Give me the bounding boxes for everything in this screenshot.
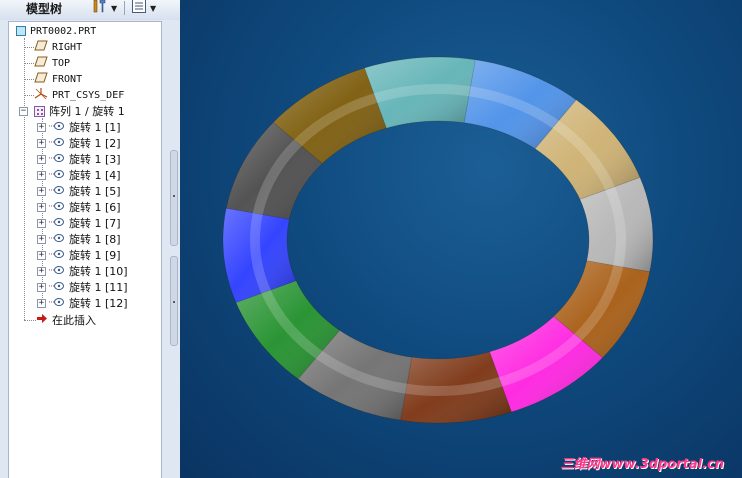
tree-item-label: 旋转 1 [2] [69,137,121,150]
datum-plane-icon [34,56,48,70]
tree-item-label: 在此插入 [52,314,96,327]
list-icon [131,0,147,18]
expand-toggle-icon[interactable]: + [37,298,46,308]
tree-item-label: TOP [52,57,71,69]
revolve-feature-icon [49,217,65,230]
torus-highlight [250,84,626,396]
tree-item-label: FRONT [52,73,83,85]
panel-sash-handle[interactable] [170,150,178,246]
revolve-feature-icon [49,281,65,294]
tree-item-insert-here[interactable]: 在此插入 [37,312,96,328]
tree-item-top[interactable]: TOP [34,55,70,71]
revolve-feature-icon [49,121,65,134]
revolve-feature-icon [49,185,65,198]
chevron-down-icon: ▼ [111,3,118,13]
tree-connector [24,79,34,80]
tree-item-label: 旋转 1 [11] [69,281,128,294]
tree-settings-button[interactable]: ▼ [92,0,117,16]
tree-item-label: 旋转 1 [4] [69,169,121,182]
graphics-viewport[interactable]: 三维网www.3dportal.cn [180,0,742,478]
tree-item-revolve[interactable]: + 旋转 1 [9] [37,247,121,263]
pattern-icon [34,105,45,117]
expand-toggle-icon[interactable]: + [37,154,46,164]
revolve-feature-icon [49,137,65,150]
coordinate-system-icon [34,87,48,103]
tree-item-label: 旋转 1 [1] [69,121,121,134]
expand-toggle-icon[interactable]: + [37,170,46,180]
tree-item-revolve[interactable]: + 旋转 1 [6] [37,199,121,215]
expand-toggle-icon[interactable]: + [37,186,46,196]
tree-item-label: PRT_CSYS_DEF [52,89,125,101]
expand-toggle-icon[interactable]: + [37,138,46,148]
datum-plane-icon [34,72,48,86]
tree-item-label: 阵列 1 / 旋转 1 [49,105,125,118]
datum-plane-icon [34,40,48,54]
expand-toggle-icon[interactable]: + [37,250,46,260]
expand-toggle-icon[interactable]: + [37,122,46,132]
tree-connector [24,320,36,321]
tree-item-label: 旋转 1 [10] [69,265,128,278]
revolve-feature-icon [49,249,65,262]
tree-item-label: 旋转 1 [8] [69,233,121,246]
header-divider [124,1,125,15]
expand-toggle-icon[interactable]: + [37,202,46,212]
tree-item-revolve[interactable]: + 旋转 1 [3] [37,151,121,167]
tree-item-label: 旋转 1 [5] [69,185,121,198]
tree-item-revolve[interactable]: + 旋转 1 [1] [37,119,121,135]
tree-item-front[interactable]: FRONT [34,71,82,87]
tree-item-pattern[interactable]: − 阵列 1 / 旋转 1 [19,103,125,119]
model-tree-header: 模型树 ▼ ▼ [0,0,180,20]
torus-model[interactable] [180,0,742,478]
expand-toggle-icon[interactable]: + [37,266,46,276]
panel-sash-handle[interactable] [170,256,178,346]
tree-item-label: 旋转 1 [7] [69,217,121,230]
revolve-feature-icon [49,201,65,214]
revolve-feature-icon [49,153,65,166]
model-tree-title: 模型树 [26,2,63,16]
tree-item-revolve[interactable]: + 旋转 1 [12] [37,295,128,311]
tree-item-revolve[interactable]: + 旋转 1 [11] [37,279,128,295]
tree-item-revolve[interactable]: + 旋转 1 [8] [37,231,121,247]
revolve-feature-icon [49,233,65,246]
part-icon [16,26,26,36]
revolve-feature-icon [49,169,65,182]
tree-connector [24,63,34,64]
watermark-text: 三维网www.3dportal.cn [560,457,724,472]
tree-connector [24,95,34,96]
tree-connector [24,38,25,320]
tree-root-item[interactable]: PRT0002.PRT [16,23,96,39]
tree-item-revolve[interactable]: + 旋转 1 [10] [37,263,128,279]
expand-toggle-icon[interactable]: + [37,234,46,244]
collapse-toggle-icon[interactable]: − [19,106,28,116]
tree-item-revolve[interactable]: + 旋转 1 [5] [37,183,121,199]
expand-toggle-icon[interactable]: + [37,218,46,228]
tree-item-revolve[interactable]: + 旋转 1 [2] [37,135,121,151]
tree-item-label: 旋转 1 [6] [69,201,121,214]
tree-connector [24,47,34,48]
tree-item-label: 旋转 1 [9] [69,249,121,262]
tree-show-button[interactable]: ▼ [131,0,156,16]
tree-item-label: RIGHT [52,41,83,53]
revolve-feature-icon [49,297,65,310]
model-tree-panel: 模型树 ▼ ▼ PRT0002.PRT RIGHT TOP FRONT PRT_… [0,0,180,478]
tree-item-label: PRT0002.PRT [30,25,97,37]
expand-toggle-icon[interactable]: + [37,282,46,292]
tree-item-label: 旋转 1 [3] [69,153,121,166]
chevron-down-icon: ▼ [150,3,157,13]
tree-item-right[interactable]: RIGHT [34,39,82,55]
insert-arrow-icon [37,313,48,327]
tools-icon [92,0,108,18]
tree-item-revolve[interactable]: + 旋转 1 [7] [37,215,121,231]
tree-item-label: 旋转 1 [12] [69,297,128,310]
revolve-feature-icon [49,265,65,278]
tree-item-csys[interactable]: PRT_CSYS_DEF [34,87,124,103]
tree-item-revolve[interactable]: + 旋转 1 [4] [37,167,121,183]
